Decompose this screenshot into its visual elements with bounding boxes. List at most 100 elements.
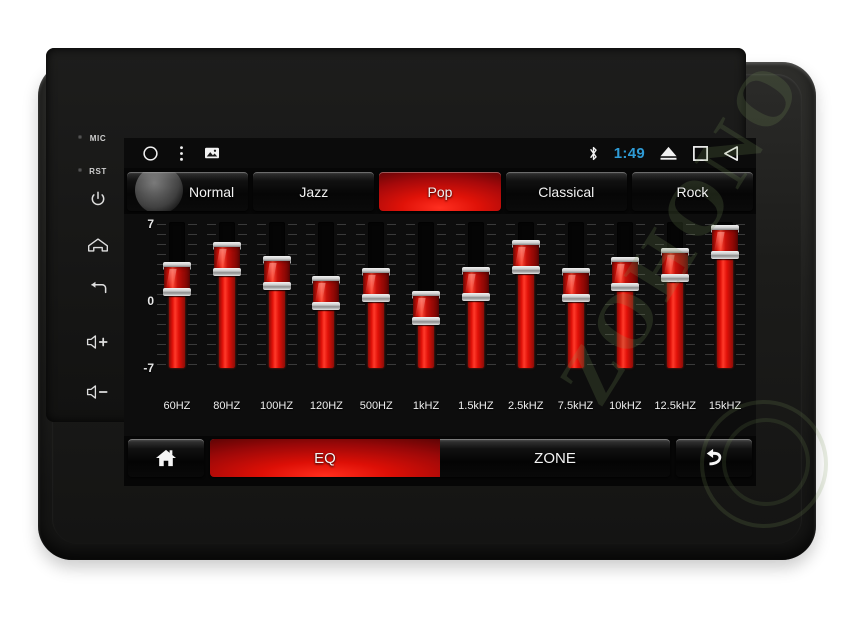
eq-slider-thumb[interactable] [711, 225, 740, 260]
eq-slider-thumb[interactable] [511, 239, 540, 274]
eq-slider-thumb[interactable] [661, 247, 690, 282]
eq-thumb-body [512, 244, 539, 269]
preset-label-classical: Classical [538, 183, 595, 200]
hardware-button-strip: MIC RST [70, 128, 126, 448]
eq-slider-thumb[interactable] [162, 262, 191, 296]
eq-slider-80hz[interactable] [202, 214, 252, 399]
eq-frequency-label: 500HZ [359, 400, 393, 412]
preset-label-jazz: Jazz [299, 183, 329, 200]
hardware-back-button[interactable] [70, 280, 126, 298]
eq-slider-track[interactable] [617, 222, 634, 368]
eq-thumb-cap-bottom [661, 273, 690, 282]
eq-thumb-body [662, 252, 689, 277]
touchscreen[interactable]: 1:49 Normal Jazz Pop Classical Rock 7 0 … [124, 138, 756, 486]
eq-frequency-label: 12.5kHZ [654, 400, 696, 412]
preset-button-pop[interactable]: Pop [379, 172, 501, 211]
eq-thumb-cap-bottom [611, 283, 640, 292]
eq-frequency-label: 80HZ [213, 400, 241, 412]
hardware-volume-up-button[interactable] [70, 333, 126, 351]
eq-slider-track[interactable] [268, 222, 285, 368]
eq-preset-row: Normal Jazz Pop Classical Rock [124, 168, 756, 214]
eq-thumb-body [263, 260, 290, 285]
eq-slider-7-5khz[interactable] [551, 214, 601, 399]
equalizer-sliders[interactable] [152, 214, 750, 399]
eq-thumb-body [562, 272, 589, 297]
circle-icon[interactable] [142, 145, 159, 162]
eq-thumb-cap-bottom [212, 268, 241, 276]
eq-frequency-label: 120HZ [309, 400, 343, 412]
eq-slider-60hz[interactable] [152, 214, 202, 399]
eq-slider-thumb[interactable] [362, 268, 391, 303]
eq-slider-100hz[interactable] [252, 214, 302, 399]
square-icon[interactable] [692, 145, 709, 162]
back-triangle-icon[interactable] [723, 145, 740, 162]
status-bar-clock: 1:49 [613, 144, 645, 162]
preset-label-rock: Rock [676, 183, 709, 200]
back-button[interactable] [676, 439, 752, 477]
preset-button-jazz[interactable]: Jazz [253, 172, 375, 211]
preset-label-normal: Normal [189, 183, 235, 200]
mode-tab-group: EQ ZONE [210, 439, 670, 477]
back-arrow-icon [91, 281, 107, 294]
eq-thumb-cap-bottom [561, 293, 590, 302]
overflow-menu-icon[interactable] [179, 145, 184, 162]
eq-thumb-cap-bottom [412, 316, 441, 325]
eq-thumb-cap-bottom [262, 281, 291, 290]
eq-slider-thumb[interactable] [611, 257, 640, 292]
image-icon[interactable] [204, 146, 220, 160]
eq-slider-500hz[interactable] [351, 214, 401, 399]
preset-button-classical[interactable]: Classical [505, 172, 627, 211]
status-bar: 1:49 [124, 138, 756, 168]
eq-frequency-label: 7.5kHZ [557, 400, 594, 412]
hardware-power-button[interactable] [70, 190, 126, 208]
hardware-volume-down-button[interactable] [70, 383, 126, 401]
hardware-rst[interactable]: RST [70, 161, 126, 179]
eq-slider-12-5khz[interactable] [650, 214, 700, 399]
reset-pinhole-icon[interactable] [78, 168, 82, 172]
eq-frequency-label: 15kHZ [708, 400, 742, 412]
tab-eq-label: EQ [314, 449, 336, 467]
status-bar-left [124, 145, 220, 162]
tab-zone[interactable]: ZONE [440, 439, 670, 477]
eq-slider-thumb[interactable] [262, 255, 291, 290]
eq-slider-1-5khz[interactable] [451, 214, 501, 399]
preset-button-rock[interactable]: Rock [631, 172, 754, 211]
eq-slider-120hz[interactable] [301, 214, 351, 399]
mic-pinhole-icon [78, 135, 82, 139]
screenshot-root: MIC RST 1:49 Normal Jazz Pop Classical R… [0, 0, 849, 630]
back-arrow-icon [706, 448, 722, 466]
eq-thumb-cap-bottom [362, 294, 391, 303]
eq-frequency-label: 1kHZ [412, 400, 440, 412]
eq-frequency-label: 100HZ [260, 400, 294, 412]
hardware-home-button[interactable] [70, 236, 126, 254]
volume-down-icon [86, 385, 108, 399]
eq-slider-2-5khz[interactable] [501, 214, 551, 399]
eq-slider-1khz[interactable] [401, 214, 451, 399]
hardware-mic-label: MIC [89, 134, 107, 143]
eq-thumb-cap-bottom [461, 292, 490, 301]
hardware-rst-label: RST [89, 167, 107, 176]
eq-slider-thumb[interactable] [412, 290, 441, 325]
eq-slider-thumb[interactable] [561, 267, 590, 302]
eq-slider-10khz[interactable] [600, 214, 650, 399]
tab-eq[interactable]: EQ [210, 439, 440, 477]
equalizer-frequency-labels: 60HZ 80HZ 100HZ 120HZ 500HZ 1kHZ 1.5kHZ 2.5kHZ 7… [152, 400, 750, 420]
eq-frequency-label: 1.5kHZ [458, 400, 494, 412]
home-icon [88, 238, 108, 252]
eq-slider-thumb[interactable] [461, 266, 490, 301]
eq-slider-track[interactable] [667, 222, 684, 368]
power-icon [91, 191, 105, 206]
eq-slider-thumb[interactable] [312, 276, 341, 311]
eject-triangle-icon[interactable] [659, 145, 678, 161]
bluetooth-icon [587, 145, 600, 162]
status-bar-right: 1:49 [587, 145, 756, 162]
touch-ripple-indicator [135, 172, 184, 211]
eq-slider-thumb[interactable] [212, 242, 241, 276]
preset-button-normal[interactable]: Normal [127, 172, 249, 211]
preset-label-pop: Pop [427, 183, 453, 200]
eq-slider-15khz[interactable] [700, 214, 750, 399]
equalizer-axis: 7 0 -7 [130, 214, 154, 399]
equalizer-panel: 7 0 -7 60HZ 80HZ 100HZ 120HZ 500HZ 1kHZ 1.5kHZ… [124, 214, 756, 436]
eq-frequency-label: 10kHZ [609, 400, 642, 412]
home-button[interactable] [128, 439, 204, 477]
